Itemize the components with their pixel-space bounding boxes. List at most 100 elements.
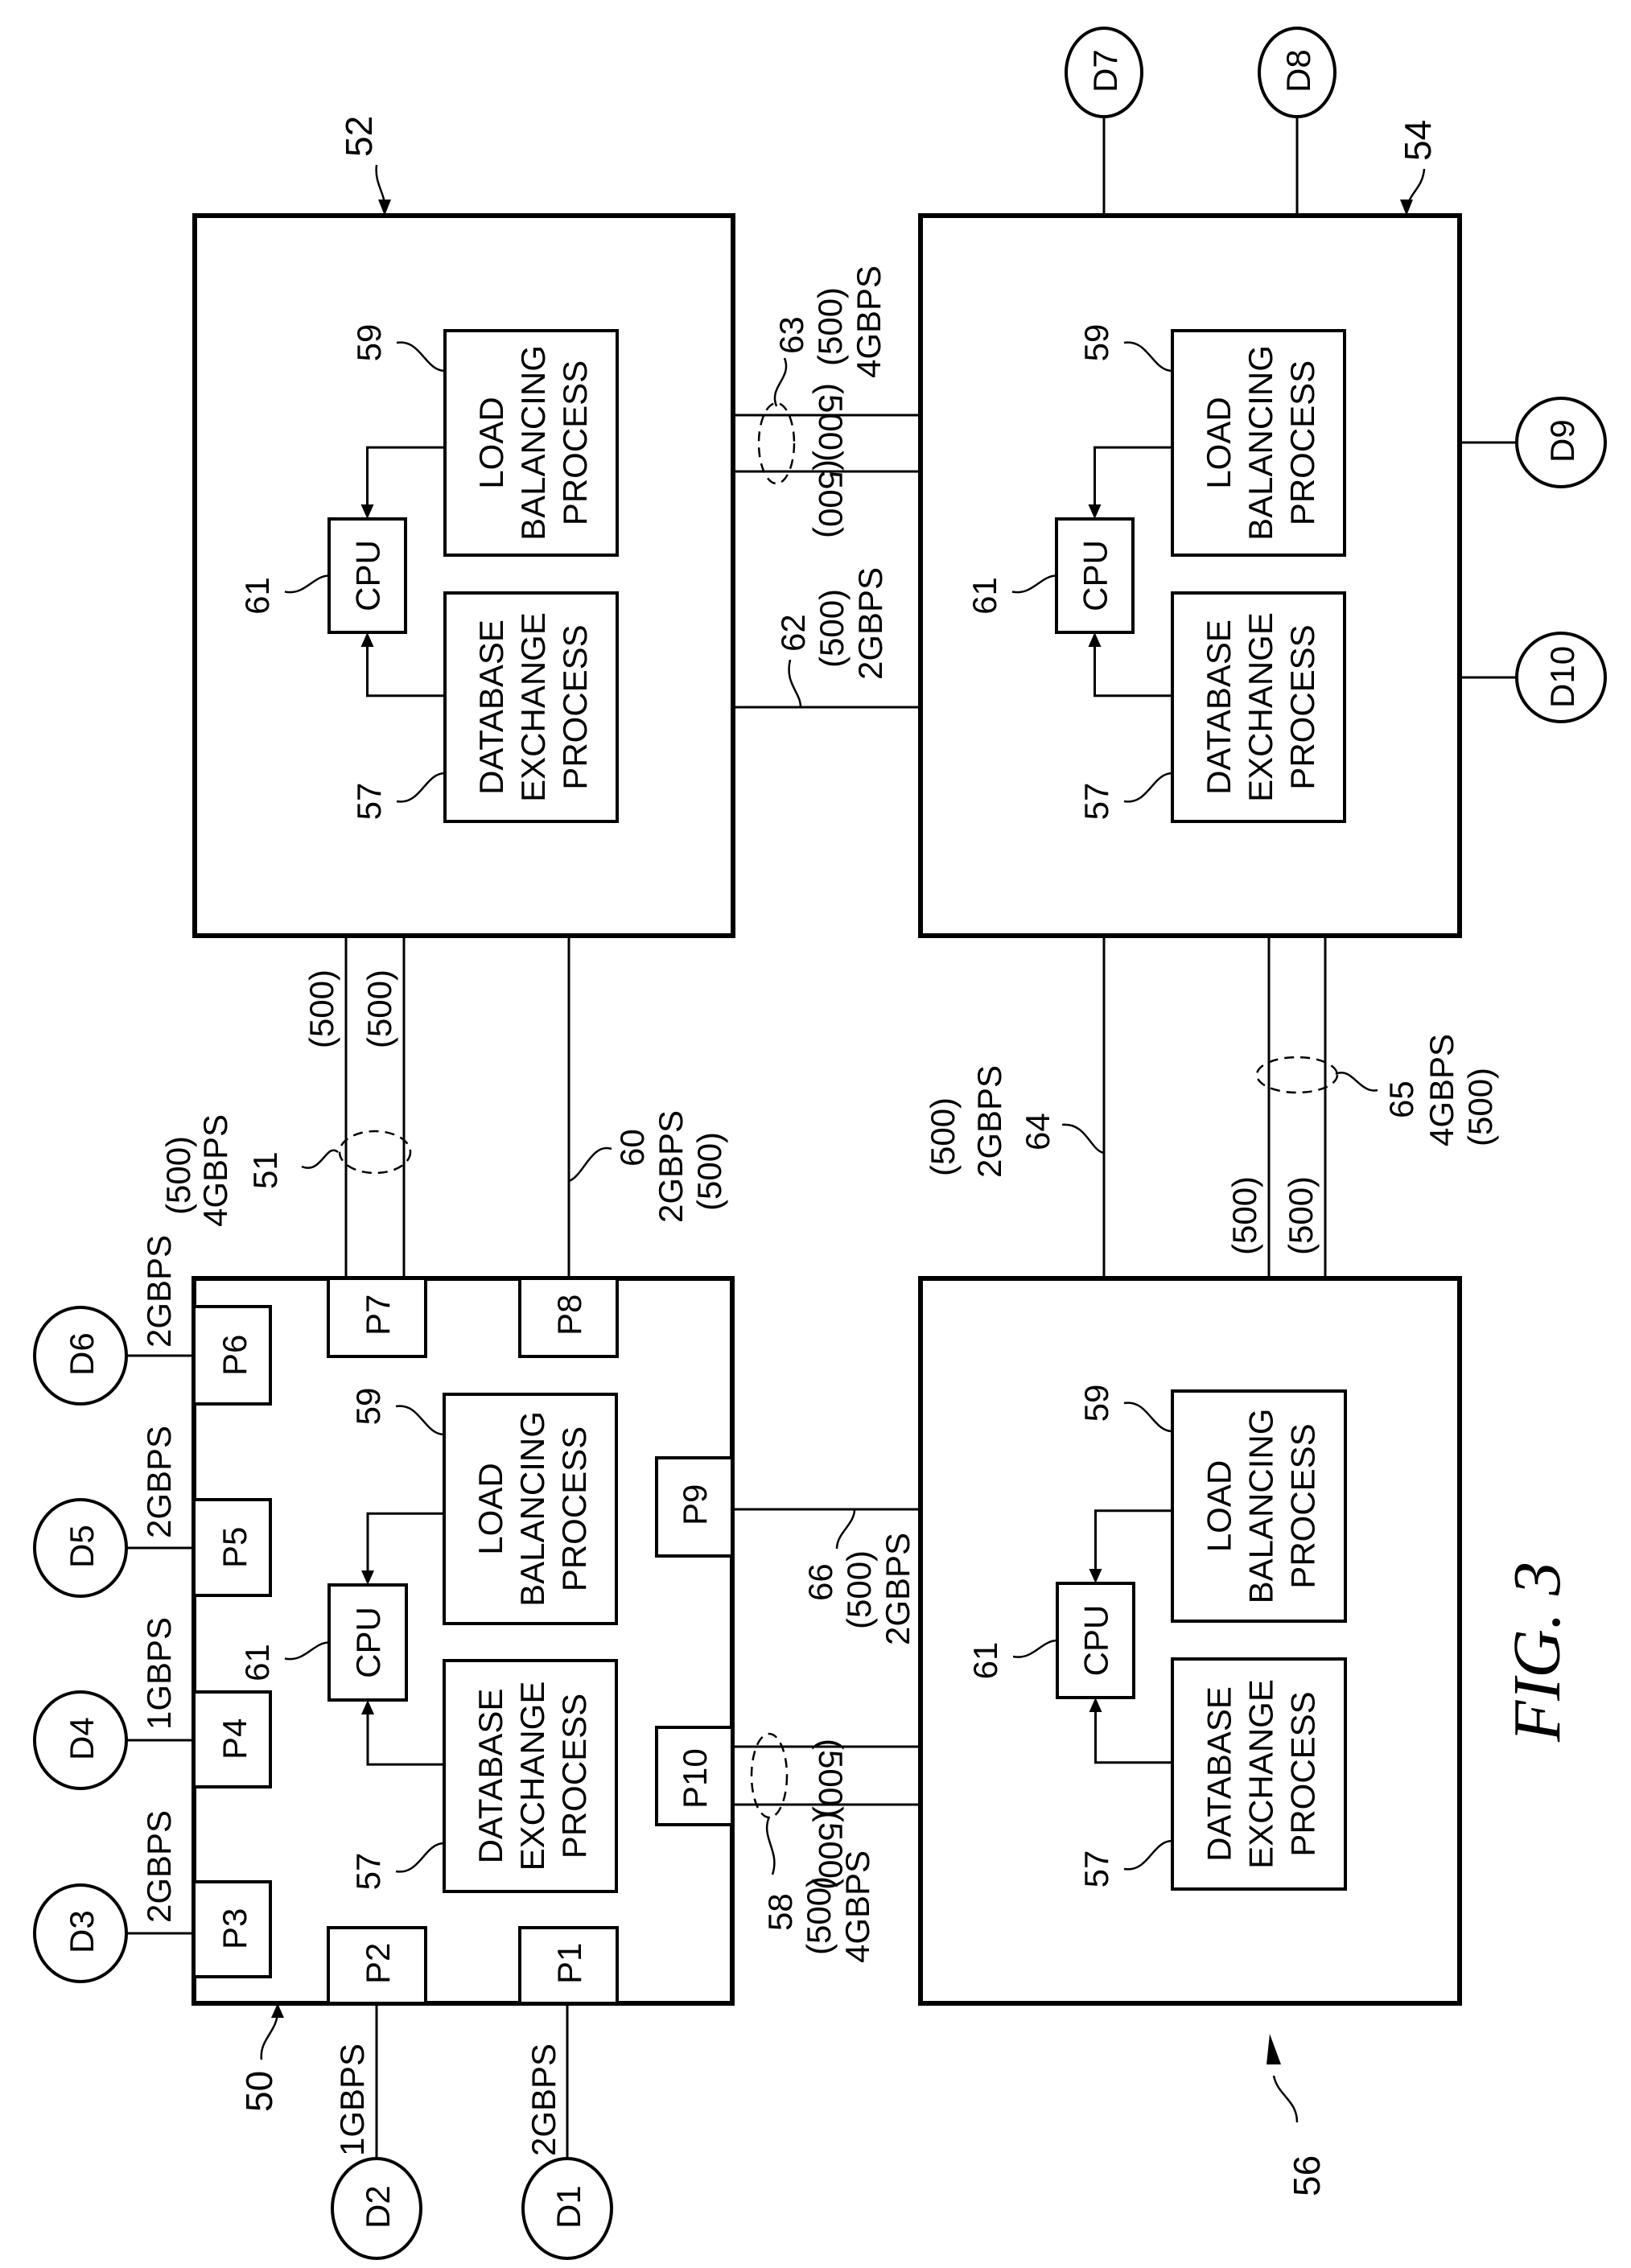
link-58-capacity: (500): [800, 1876, 838, 1955]
cpu-ref: 61: [238, 577, 276, 615]
link-62-speed: 2GBPS: [851, 567, 889, 680]
link-65-speed: 4GBPS: [1423, 1034, 1460, 1146]
link-64-capacity: (500): [924, 1097, 962, 1176]
link-64-ref: 64: [1019, 1113, 1056, 1150]
load-balancing-label: PROCESS: [1283, 360, 1321, 525]
port-P1[interactable]: P1: [518, 1926, 619, 2005]
svg-text:D3: D3: [63, 1910, 101, 1953]
database-exchange-ref: 57: [1077, 783, 1115, 821]
link-66-ref: 66: [801, 1563, 839, 1601]
cpu-label: CPU: [1077, 1605, 1115, 1677]
disk-D2-speed: 1GBPS: [333, 2044, 371, 2156]
load-balancing-ref: 59: [1077, 1385, 1115, 1422]
disk-D4-speed: 1GBPS: [140, 1617, 178, 1730]
port-P7[interactable]: P7: [327, 1277, 427, 1358]
link-65-capacity: (500): [1461, 1068, 1499, 1146]
disk-D9[interactable]: D9: [1460, 397, 1607, 488]
link-64: 64 2GBPS (500): [924, 936, 1106, 1278]
cpu-ref: 61: [966, 1642, 1004, 1680]
disk-D8[interactable]: D8: [1258, 27, 1337, 216]
load-balancing-label: PROCESS: [555, 1426, 593, 1591]
disk-D1[interactable]: D1 2GBPS: [521, 2003, 613, 2260]
link-63-capacity: (500): [811, 287, 849, 366]
database-exchange-label: EXCHANGE: [513, 1681, 551, 1871]
svg-text:D6: D6: [63, 1332, 101, 1376]
figure-caption: FIG. 3: [1500, 1562, 1575, 1743]
disk-D2[interactable]: D2 1GBPS: [331, 2003, 422, 2260]
database-exchange-label: DATABASE: [1201, 1686, 1238, 1862]
svg-text:P3: P3: [216, 1908, 253, 1949]
disk-D3-speed: 2GBPS: [140, 1810, 178, 1923]
port-P9[interactable]: P9: [655, 1456, 734, 1558]
disk-D3[interactable]: D3 2GBPS: [33, 1810, 194, 1983]
disk-D10[interactable]: D10: [1460, 632, 1607, 723]
link-62-ref: 62: [774, 614, 812, 652]
svg-text:D8: D8: [1279, 49, 1317, 93]
port-P5[interactable]: P5: [192, 1498, 272, 1597]
link-64-speed: 2GBPS: [970, 1065, 1008, 1178]
link-66-speed: 2GBPS: [879, 1533, 916, 1645]
port-P4[interactable]: P4: [192, 1690, 272, 1788]
database-exchange-label: EXCHANGE: [514, 612, 552, 802]
load-balancing-label: PROCESS: [556, 360, 594, 525]
load-balancing-label: LOAD: [472, 397, 510, 488]
svg-text:D4: D4: [63, 1717, 101, 1760]
svg-text:P6: P6: [216, 1335, 253, 1376]
svg-text:D7: D7: [1086, 49, 1124, 93]
load-balancing-label: BALANCING: [513, 1411, 551, 1607]
database-exchange-label: DATABASE: [1200, 619, 1238, 795]
database-exchange-label: PROCESS: [555, 1694, 593, 1858]
link-66-capacity: (500): [840, 1550, 878, 1629]
svg-text:D1: D1: [550, 2185, 587, 2229]
load-balancing-label: BALANCING: [1242, 345, 1279, 541]
link-51-member-label: (500): [360, 969, 398, 1048]
link-60-ref: 60: [613, 1129, 651, 1167]
node-54-ref: 54: [1397, 120, 1439, 161]
link-58-member-label: (500): [812, 1739, 850, 1817]
link-63-member-label: (500): [812, 459, 850, 538]
svg-text:D10: D10: [1543, 646, 1581, 708]
link-65-member-label: (500): [1282, 1176, 1320, 1255]
link-51-speed: 4GBPS: [196, 1114, 234, 1227]
link-63: (500) (500) 63 (500) 4GBPS: [733, 265, 921, 538]
disk-D6-speed: 2GBPS: [140, 1235, 178, 1348]
svg-text:P9: P9: [676, 1484, 714, 1525]
load-balancing-label: PROCESS: [1284, 1423, 1322, 1588]
link-51: (500) (500) 51 4GBPS (500): [159, 936, 412, 1278]
disk-D5[interactable]: D5 2GBPS: [33, 1426, 194, 1598]
port-P2[interactable]: P2: [327, 1926, 427, 2005]
port-P10[interactable]: P10: [655, 1726, 734, 1826]
svg-text:P2: P2: [359, 1943, 397, 1984]
svg-text:P1: P1: [550, 1943, 588, 1984]
load-balancing-label: LOAD: [472, 1463, 509, 1554]
cpu-ref: 61: [238, 1644, 276, 1681]
svg-text:P7: P7: [359, 1295, 397, 1336]
load-balancing-label: LOAD: [1200, 397, 1238, 488]
link-51-member-label: (500): [303, 969, 340, 1048]
svg-text:P4: P4: [216, 1718, 253, 1760]
load-balancing-ref: 59: [350, 324, 388, 362]
port-P8[interactable]: P8: [518, 1277, 619, 1358]
link-63-speed: 4GBPS: [850, 265, 888, 378]
database-exchange-label: PROCESS: [556, 624, 594, 789]
database-exchange-label: EXCHANGE: [1242, 612, 1279, 802]
load-balancing-ref: 59: [349, 1388, 387, 1426]
node-52-ref: 52: [338, 116, 380, 157]
svg-text:D2: D2: [359, 2185, 397, 2229]
disk-D7[interactable]: D7: [1065, 27, 1143, 216]
port-P6[interactable]: P6: [192, 1305, 272, 1406]
disk-D4[interactable]: D4 1GBPS: [33, 1617, 194, 1790]
port-P3[interactable]: P3: [192, 1880, 272, 1978]
link-60-speed: 2GBPS: [652, 1110, 690, 1223]
load-balancing-label: BALANCING: [1242, 1409, 1280, 1604]
load-balancing-ref: 59: [1077, 324, 1115, 362]
database-exchange-ref: 57: [349, 1853, 387, 1891]
link-63-ref: 63: [772, 316, 810, 354]
link-58-speed: 4GBPS: [838, 1850, 876, 1963]
link-63-member-label: (500): [812, 383, 850, 462]
svg-text:P8: P8: [550, 1295, 588, 1336]
disk-D6[interactable]: D6 2GBPS: [33, 1235, 194, 1406]
link-51-ref: 51: [246, 1151, 284, 1189]
node-56-ref: 56: [1286, 2155, 1328, 2196]
database-exchange-label: DATABASE: [472, 1689, 509, 1864]
